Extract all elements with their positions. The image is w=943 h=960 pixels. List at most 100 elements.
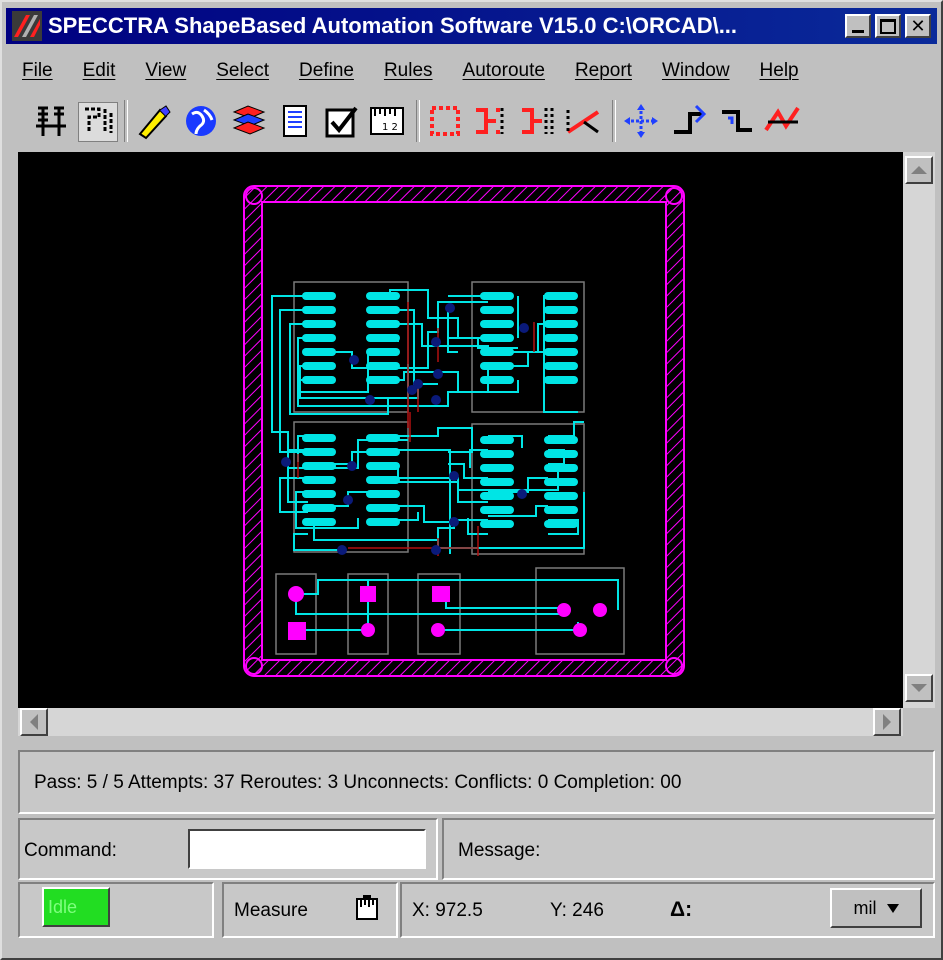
close-button[interactable]: ✕ (905, 14, 931, 38)
smd-pad (480, 520, 514, 528)
smd-pad (480, 436, 514, 444)
smd-pad (366, 518, 400, 526)
smd-pad (302, 518, 336, 526)
smd-pad (480, 506, 514, 514)
svg-text:1 2: 1 2 (382, 122, 398, 133)
scroll-up-button[interactable] (905, 156, 933, 184)
smd-pad (366, 462, 400, 470)
smd-pad (302, 448, 336, 456)
smd-pad (366, 490, 400, 498)
scroll-left-button[interactable] (20, 708, 48, 736)
smd-pad (302, 434, 336, 442)
split-alt-icon[interactable] (518, 102, 556, 140)
smd-pad (302, 376, 336, 384)
smd-pad (366, 348, 400, 356)
move-icon[interactable] (622, 102, 660, 140)
menu-select[interactable]: Select (216, 60, 269, 82)
menu-autoroute[interactable]: Autoroute (463, 60, 545, 82)
arrow-up-icon (911, 166, 927, 174)
command-input[interactable] (188, 829, 426, 869)
smd-pad (366, 320, 400, 328)
smd-pad (302, 348, 336, 356)
close-icon: ✕ (910, 15, 926, 37)
vertical-scrollbar[interactable] (903, 152, 935, 708)
smd-pad (544, 376, 578, 384)
arrow-left-icon (30, 714, 38, 730)
menu-report[interactable]: Report (575, 60, 632, 82)
smd-pad (480, 478, 514, 486)
horizontal-scrollbar[interactable] (18, 708, 903, 736)
smd-pad (302, 362, 336, 370)
smd-pad (544, 450, 578, 458)
menu-view[interactable]: View (145, 60, 186, 82)
menu-define[interactable]: Define (299, 60, 354, 82)
place-component-icon[interactable] (426, 102, 464, 140)
y-coordinate: Y: 246 (550, 900, 604, 921)
scroll-right-button[interactable] (873, 708, 901, 736)
highlight-pen-icon[interactable] (134, 102, 172, 140)
smd-pad (480, 292, 514, 300)
smd-pad (480, 376, 514, 384)
globe-icon[interactable] (182, 102, 220, 140)
smd-pad (480, 362, 514, 370)
layers-icon[interactable] (230, 102, 268, 140)
delta-label: Δ: (670, 898, 693, 921)
ruler-icon[interactable]: 1 2 (368, 102, 406, 140)
toolbar: 1 2 (6, 94, 937, 148)
smd-pad (302, 292, 336, 300)
scroll-down-button[interactable] (905, 674, 933, 702)
menu-edit[interactable]: Edit (83, 60, 116, 82)
smd-pad (302, 320, 336, 328)
toolbar-separator (416, 100, 420, 142)
smd-pad (366, 306, 400, 314)
push-route-icon[interactable] (670, 102, 708, 140)
smd-pad (366, 448, 400, 456)
menu-file[interactable]: File (22, 60, 53, 82)
smd-pad (544, 348, 578, 356)
arrow-down-icon (911, 684, 927, 692)
smd-pad (480, 334, 514, 342)
smd-pad (480, 464, 514, 472)
toolbar-separator (124, 100, 128, 142)
route-mode-icon[interactable] (32, 102, 70, 140)
smd-pad (544, 492, 578, 500)
maximize-icon (880, 18, 896, 34)
checkbox-icon[interactable] (322, 102, 360, 140)
app-logo-icon (12, 11, 42, 41)
smd-pad (480, 348, 514, 356)
smd-pad (366, 434, 400, 442)
smd-pad (544, 320, 578, 328)
bend-icon[interactable] (718, 102, 756, 140)
toolbar-separator (612, 100, 616, 142)
maximize-button[interactable] (875, 14, 901, 38)
units-dropdown[interactable]: mil (830, 888, 922, 928)
edit-route-icon[interactable] (78, 102, 118, 142)
pcb-canvas[interactable] (18, 152, 903, 708)
title-bar[interactable]: SPECCTRA ShapeBased Automation Software … (6, 8, 937, 44)
smd-pad (366, 504, 400, 512)
smd-pad (302, 334, 336, 342)
smd-pad (544, 464, 578, 472)
menu-help[interactable]: Help (760, 60, 799, 82)
measure-icon[interactable] (354, 895, 380, 921)
units-value: mil (853, 897, 877, 918)
x-coordinate: X: 972.5 (412, 900, 483, 921)
menu-rules[interactable]: Rules (384, 60, 433, 82)
minimize-button[interactable] (845, 14, 871, 38)
smd-pad (302, 504, 336, 512)
menu-bar: File Edit View Select Define Rules Autor… (6, 56, 937, 86)
document-icon[interactable] (276, 102, 314, 140)
diagonal-route-icon[interactable] (564, 102, 602, 140)
smd-pad (480, 492, 514, 500)
idle-indicator: Idle (42, 887, 110, 927)
smd-pad (366, 376, 400, 384)
smd-pad (480, 306, 514, 314)
window-title: SPECCTRA ShapeBased Automation Software … (48, 13, 738, 38)
menu-window[interactable]: Window (662, 60, 730, 82)
split-icon[interactable] (472, 102, 510, 140)
smd-pad (544, 436, 578, 444)
miter-icon[interactable] (764, 102, 802, 140)
smd-pad (302, 462, 336, 470)
smd-pad (544, 334, 578, 342)
smd-pad (544, 520, 578, 528)
